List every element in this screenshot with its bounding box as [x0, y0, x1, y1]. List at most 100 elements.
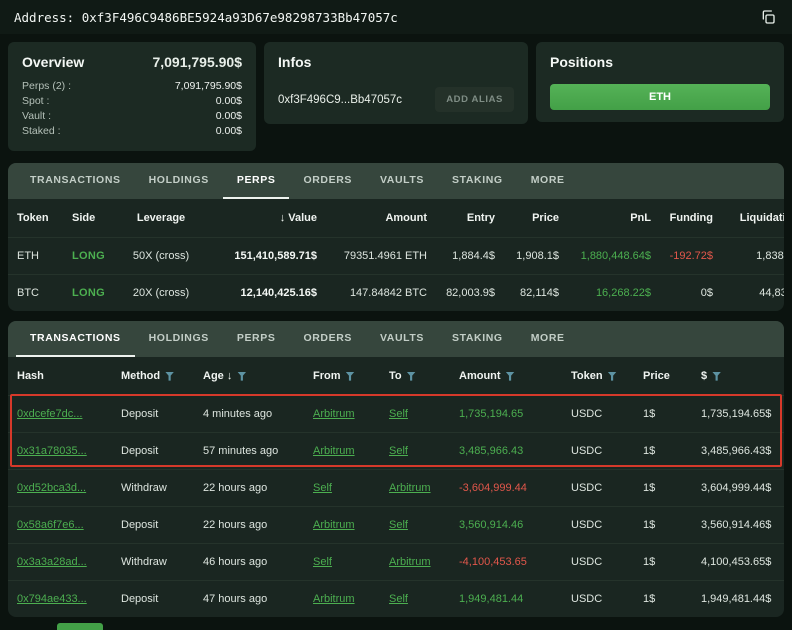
col-token[interactable]: Token	[8, 199, 63, 238]
tab-perps[interactable]: PERPS	[223, 163, 290, 199]
tx-method: Deposit	[112, 507, 194, 544]
tx-tabstrip: TRANSACTIONS HOLDINGS PERPS ORDERS VAULT…	[8, 321, 784, 357]
perp-funding: -192.72$	[660, 238, 722, 275]
col-leverage[interactable]: Leverage	[118, 199, 204, 238]
overview-row-vault: Vault : 0.00$	[22, 109, 242, 124]
tx-from-link[interactable]: Arbitrum	[313, 593, 355, 605]
filter-icon[interactable]	[237, 372, 246, 381]
perp-amount: 147.84842 BTC	[326, 275, 436, 312]
overview-row-staked: Staked : 0.00$	[22, 124, 242, 139]
perp-liquidation: 1,838.6$	[722, 238, 784, 275]
tx-usd: 4,100,453.65$	[692, 544, 784, 581]
col-from[interactable]: From	[304, 357, 380, 396]
tx-hash-link[interactable]: 0x794ae433...	[17, 593, 87, 605]
tx-amount: 3,485,966.43	[450, 433, 562, 470]
tx-amount: 1,735,194.65	[450, 396, 562, 433]
tab-transactions[interactable]: TRANSACTIONS	[16, 163, 135, 199]
col-amount[interactable]: Amount	[450, 357, 562, 396]
overview-total-value: 7,091,795.90$	[152, 54, 242, 70]
tx-method: Withdraw	[112, 470, 194, 507]
tab-vaults[interactable]: VAULTS	[366, 321, 438, 357]
table-row[interactable]: 0x31a78035... Deposit 57 minutes ago Arb…	[8, 433, 784, 470]
tx-to-link[interactable]: Self	[389, 519, 408, 531]
col-token-label: Token	[571, 370, 603, 382]
col-age-label: Age	[203, 370, 224, 382]
table-row[interactable]: 0xdcefe7dc... Deposit 4 minutes ago Arbi…	[8, 396, 784, 433]
tab-more[interactable]: MORE	[517, 163, 579, 199]
tx-age: 47 hours ago	[194, 581, 304, 618]
add-alias-button[interactable]: ADD ALIAS	[435, 87, 514, 112]
filter-icon[interactable]	[165, 372, 174, 381]
perp-entry: 82,003.9$	[436, 275, 504, 312]
partial-bottom-button[interactable]	[57, 623, 103, 630]
col-entry[interactable]: Entry	[436, 199, 504, 238]
table-row[interactable]: 0x794ae433... Deposit 47 hours ago Arbit…	[8, 581, 784, 618]
tab-perps[interactable]: PERPS	[223, 321, 290, 357]
tab-orders[interactable]: ORDERS	[289, 163, 366, 199]
tab-transactions[interactable]: TRANSACTIONS	[16, 321, 135, 357]
col-amount[interactable]: Amount	[326, 199, 436, 238]
col-method[interactable]: Method	[112, 357, 194, 396]
tx-hash-link[interactable]: 0x31a78035...	[17, 445, 87, 457]
col-pnl[interactable]: PnL	[568, 199, 660, 238]
tx-to-link[interactable]: Self	[389, 445, 408, 457]
tx-price: 1$	[634, 470, 692, 507]
table-row[interactable]: 0xd52bca3d... Withdraw 22 hours ago Self…	[8, 470, 784, 507]
perps-row-eth[interactable]: ETH LONG 50X (cross) 151,410,589.71$ 793…	[8, 238, 784, 275]
filter-icon[interactable]	[712, 372, 721, 381]
filter-icon[interactable]	[506, 372, 515, 381]
perps-row-btc[interactable]: BTC LONG 20X (cross) 12,140,425.16$ 147.…	[8, 275, 784, 312]
tx-hash-link[interactable]: 0xd52bca3d...	[17, 482, 86, 494]
tx-to-link[interactable]: Arbitrum	[389, 556, 431, 568]
col-to[interactable]: To	[380, 357, 450, 396]
tx-to-link[interactable]: Arbitrum	[389, 482, 431, 494]
filter-icon[interactable]	[608, 372, 617, 381]
tx-hash-link[interactable]: 0x3a3a28ad...	[17, 556, 87, 568]
tx-from-link[interactable]: Arbitrum	[313, 408, 355, 420]
overview-perps-label: Perps (2) :	[22, 79, 71, 94]
tab-staking[interactable]: STAKING	[438, 321, 517, 357]
filter-icon[interactable]	[346, 372, 355, 381]
tx-to-link[interactable]: Self	[389, 593, 408, 605]
overview-vault-value: 0.00$	[216, 109, 242, 124]
transactions-table: Hash Method Age ↓ From To Amount Token P…	[8, 357, 784, 617]
tx-from-link[interactable]: Arbitrum	[313, 519, 355, 531]
tx-from-link[interactable]: Self	[313, 556, 332, 568]
perp-funding: 0$	[660, 275, 722, 312]
tab-holdings[interactable]: HOLDINGS	[135, 163, 223, 199]
col-token[interactable]: Token	[562, 357, 634, 396]
col-side[interactable]: Side	[63, 199, 118, 238]
tab-vaults[interactable]: VAULTS	[366, 163, 438, 199]
tab-staking[interactable]: STAKING	[438, 163, 517, 199]
tx-hash-link[interactable]: 0x58a6f7e6...	[17, 519, 84, 531]
col-value[interactable]: ↓ Value	[204, 199, 326, 238]
col-price[interactable]: Price	[504, 199, 568, 238]
tx-usd: 3,560,914.46$	[692, 507, 784, 544]
tx-price: 1$	[634, 433, 692, 470]
tx-amount: -3,604,999.44	[450, 470, 562, 507]
perps-header-row: Token Side Leverage ↓ Value Amount Entry…	[8, 199, 784, 238]
tab-orders[interactable]: ORDERS	[289, 321, 366, 357]
table-row[interactable]: 0x58a6f7e6... Deposit 22 hours ago Arbit…	[8, 507, 784, 544]
col-usd[interactable]: $	[692, 357, 784, 396]
tab-more[interactable]: MORE	[517, 321, 579, 357]
address-text: Address: 0xf3F496C9486BE5924a93D67e98298…	[14, 10, 398, 25]
tx-from-link[interactable]: Self	[313, 482, 332, 494]
perp-price: 82,114$	[504, 275, 568, 312]
col-funding[interactable]: Funding	[660, 199, 722, 238]
perp-value: 12,140,425.16$	[204, 275, 326, 312]
filter-icon[interactable]	[407, 372, 416, 381]
col-liquidation[interactable]: Liquidation	[722, 199, 784, 238]
copy-icon	[760, 9, 776, 25]
tab-holdings[interactable]: HOLDINGS	[135, 321, 223, 357]
table-row[interactable]: 0x3a3a28ad... Withdraw 46 hours ago Self…	[8, 544, 784, 581]
tx-from-link[interactable]: Arbitrum	[313, 445, 355, 457]
position-eth-button[interactable]: ETH	[550, 84, 770, 110]
perp-entry: 1,884.4$	[436, 238, 504, 275]
col-price[interactable]: Price	[634, 357, 692, 396]
tx-hash-link[interactable]: 0xdcefe7dc...	[17, 408, 82, 420]
col-age[interactable]: Age ↓	[194, 357, 304, 396]
tx-to-link[interactable]: Self	[389, 408, 408, 420]
copy-address-button[interactable]	[758, 7, 778, 27]
col-hash[interactable]: Hash	[8, 357, 112, 396]
